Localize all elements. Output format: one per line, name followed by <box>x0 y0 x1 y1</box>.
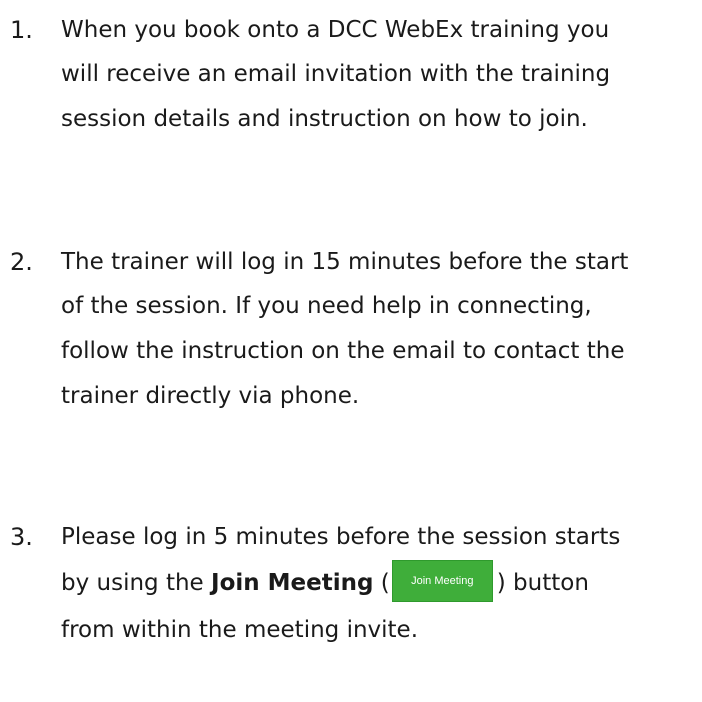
list-item-text-line: will receive an email invitation with th… <box>61 61 611 87</box>
open-paren: ( <box>373 570 390 596</box>
join-meeting-bold-text: Join Meeting <box>211 570 374 596</box>
instruction-text: by using the <box>61 570 212 596</box>
list-item-text-line: Please log in 5 minutes before the sessi… <box>61 524 621 550</box>
list-number: 2. <box>10 248 33 276</box>
list-item-text-line: When you book onto a DCC WebEx training … <box>61 17 610 43</box>
join-meeting-button[interactable]: Join Meeting <box>391 559 493 602</box>
list-item-text-line: trainer directly via phone. <box>61 383 360 409</box>
list-item-text-line: session details and instruction on how t… <box>61 106 588 132</box>
list-item-text-line: from within the meeting invite. <box>61 617 419 643</box>
instruction-text: ) button <box>496 570 589 596</box>
list-item-text-line: of the session. If you need help in conn… <box>61 293 592 319</box>
list-number: 1. <box>10 16 33 44</box>
list-item-text-line: The trainer will log in 15 minutes befor… <box>61 249 629 275</box>
list-number: 3. <box>10 523 33 551</box>
list-item-text-line: by using the Join Meeting (Join Meeting)… <box>61 559 589 607</box>
list-item-text-line: follow the instruction on the email to c… <box>61 338 625 364</box>
